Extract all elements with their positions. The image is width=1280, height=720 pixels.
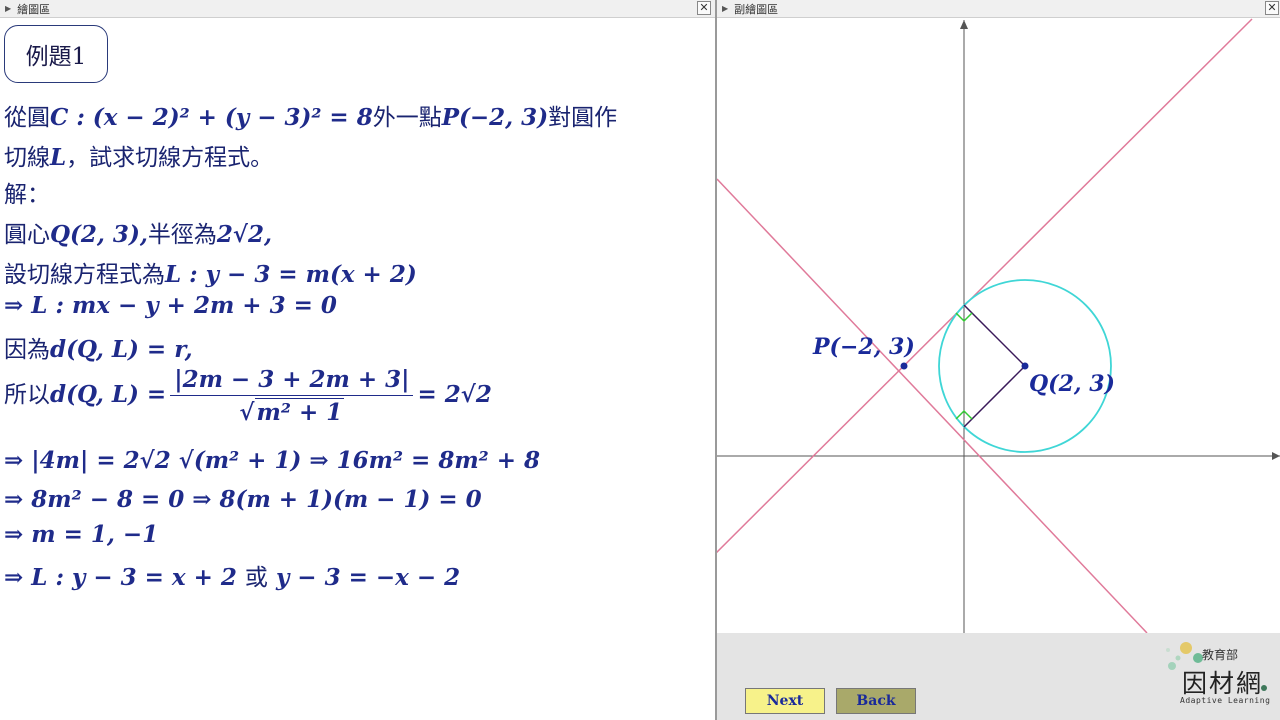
text: 切線: [4, 145, 50, 171]
solution-heading: 解：: [4, 175, 50, 209]
text: 外一點: [372, 105, 442, 131]
collapse-triangle-icon[interactable]: ▶: [722, 4, 728, 13]
example-title: 例題1: [25, 44, 87, 70]
next-button[interactable]: Next: [745, 688, 825, 714]
right-panel-title: 副繪圖區: [734, 2, 779, 16]
right-panel-close-icon[interactable]: ✕: [1265, 1, 1279, 15]
tangent-line-1[interactable]: [717, 18, 1253, 554]
text: 設切線方程式為: [4, 262, 165, 288]
distance-fraction: |2m − 3 + 2m + 3| √m² + 1: [170, 366, 414, 426]
tangent-line-2[interactable]: [717, 178, 1148, 633]
radius-segment-upper: [963, 304, 1026, 367]
tangent-symbol: L: [50, 144, 67, 171]
right-panel-header: ▶ 副繪圖區: [717, 0, 1280, 18]
equation: ⇒ L : y − 3 = x + 2: [4, 564, 237, 591]
left-panel-title: 繪圖區: [17, 2, 51, 16]
example-title-box: 例題1: [4, 25, 108, 83]
solution-line-9: ⇒ L : y − 3 = x + 2 或 y − 3 = −x − 2: [4, 558, 460, 592]
text: 圓心: [4, 222, 50, 248]
point-p: P(−2, 3): [441, 104, 549, 131]
solution-line-2: 設切線方程式為L : y − 3 = m(x + 2): [4, 255, 417, 289]
graph-canvas[interactable]: P(−2, 3) Q(2, 3): [717, 18, 1280, 633]
solution-line-7: ⇒ 8m² − 8 = 0 ⇒ 8(m + 1)(m − 1) = 0: [4, 486, 482, 513]
text: 半徑為: [147, 222, 217, 248]
text: 所以: [4, 382, 50, 408]
logo-tagline: Adaptive Learning: [1180, 696, 1271, 705]
radius-segment-lower: [963, 365, 1026, 428]
solution-line-3: ⇒ L : mx − y + 2m + 3 = 0: [4, 292, 337, 319]
left-panel-header: ▶ 繪圖區: [0, 0, 715, 18]
equation: d(Q, L) = r,: [50, 336, 193, 363]
x-axis-arrow-icon: [1272, 452, 1280, 460]
equation: L : y − 3 = m(x + 2): [165, 261, 417, 288]
point-p[interactable]: [900, 362, 908, 370]
solution-line-6: ⇒ |4m| = 2√2 √(m² + 1) ⇒ 16m² = 8m² + 8: [4, 447, 540, 474]
equation: ⇒ m = 1, −1: [4, 521, 159, 548]
equation: ⇒ L : mx − y + 2m + 3 = 0: [4, 292, 337, 319]
back-button[interactable]: Back: [836, 688, 916, 714]
solution-line-5: 所以d(Q, L) = |2m − 3 + 2m + 3| √m² + 1 = 2√2: [4, 366, 492, 426]
text: 或: [244, 565, 268, 591]
question-line-1: 從圓C : (x − 2)² + (y − 3)² = 8外一點P(−2, 3)…: [4, 98, 617, 132]
text: 從圓: [4, 105, 50, 131]
label-p: P(−2, 3): [812, 334, 915, 360]
logo-org: 教育部: [1202, 648, 1239, 662]
text: 解：: [4, 182, 50, 208]
y-axis-arrow-icon: [960, 20, 968, 29]
circle-equation: C : (x − 2)² + (y − 3)² = 8: [50, 104, 373, 131]
equation: = 2√2: [417, 381, 492, 408]
text: 對圓作: [548, 105, 618, 131]
radius-value: 2√2,: [216, 221, 272, 248]
equation: d(Q, L) =: [50, 381, 167, 408]
logo: 教育部 因材網 Adaptive Learning: [1160, 636, 1278, 718]
collapse-triangle-icon[interactable]: ▶: [5, 4, 11, 13]
fraction-denominator: m² + 1: [254, 398, 345, 426]
label-q: Q(2, 3): [1029, 371, 1115, 397]
question-line-2: 切線L，試求切線方程式。: [4, 138, 273, 172]
text: 因為: [4, 337, 50, 363]
point-q[interactable]: [1021, 362, 1029, 370]
equation: ⇒ 8m² − 8 = 0 ⇒ 8(m + 1)(m − 1) = 0: [4, 486, 482, 513]
logo-name: 因材網: [1182, 669, 1264, 698]
solution-line-1: 圓心Q(2, 3),半徑為2√2,: [4, 215, 272, 249]
equation: y − 3 = −x − 2: [275, 564, 461, 591]
solution-line-8: ⇒ m = 1, −1: [4, 521, 158, 548]
solution-line-4: 因為d(Q, L) = r,: [4, 330, 193, 364]
equation: ⇒ |4m| = 2√2 √(m² + 1) ⇒ 16m² = 8m² + 8: [4, 447, 541, 474]
center-q: Q(2, 3),: [50, 221, 148, 248]
fraction-numerator: |2m − 3 + 2m + 3|: [170, 366, 414, 396]
text: ，試求切線方程式。: [66, 145, 274, 171]
left-panel-close-icon[interactable]: ✕: [697, 1, 711, 15]
